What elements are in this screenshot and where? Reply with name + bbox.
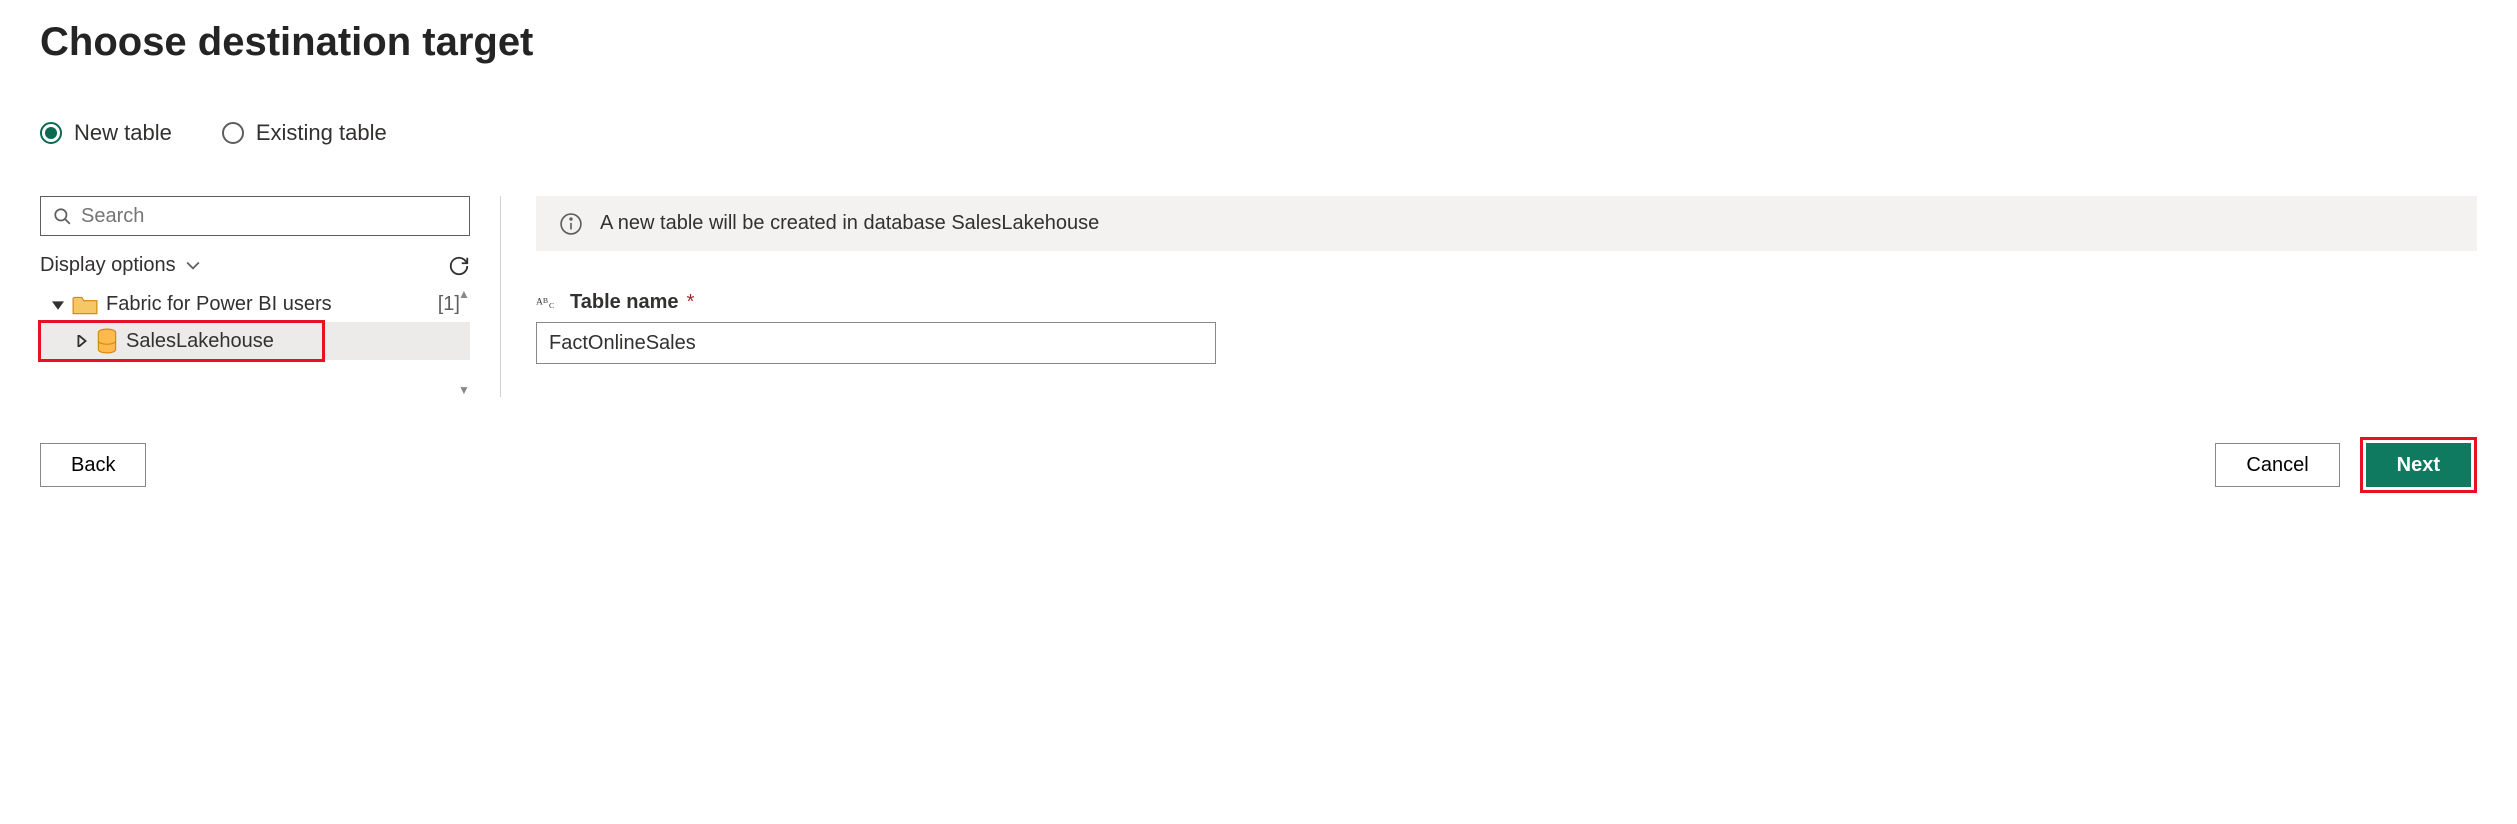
required-indicator: * xyxy=(687,291,695,314)
page-title: Choose destination target xyxy=(40,20,2477,65)
table-name-label: Table name xyxy=(570,291,679,314)
info-message: A new table will be created in database … xyxy=(600,212,1099,235)
refresh-icon[interactable] xyxy=(448,255,470,277)
text-type-icon: A B C xyxy=(536,293,562,313)
annotation-highlight: Next xyxy=(2360,437,2477,493)
tree-scrollbar[interactable]: ▲ ▼ xyxy=(458,287,470,397)
tree-node-label: Fabric for Power BI users xyxy=(106,293,430,316)
info-icon xyxy=(560,213,582,235)
folder-icon xyxy=(72,294,98,316)
destination-tree: Fabric for Power BI users [1] SalesLakeh… xyxy=(40,287,470,360)
svg-text:B: B xyxy=(543,296,548,305)
tree-node-label: SalesLakehouse xyxy=(126,330,466,353)
database-icon xyxy=(96,328,118,354)
search-box[interactable] xyxy=(40,196,470,236)
scroll-down-icon: ▼ xyxy=(458,383,470,397)
radio-label: Existing table xyxy=(256,120,387,146)
table-name-input[interactable] xyxy=(536,322,1216,364)
tree-node-lakehouse[interactable]: SalesLakehouse xyxy=(40,322,470,360)
chevron-down-icon xyxy=(186,260,200,272)
search-input[interactable] xyxy=(81,205,457,228)
scroll-up-icon: ▲ xyxy=(458,287,470,301)
svg-text:C: C xyxy=(549,301,554,310)
display-options-dropdown[interactable]: Display options xyxy=(40,254,200,277)
radio-new-table[interactable]: New table xyxy=(40,120,172,146)
info-banner: A new table will be created in database … xyxy=(536,196,2477,251)
cancel-button[interactable]: Cancel xyxy=(2215,443,2339,487)
radio-selected-icon xyxy=(40,122,62,144)
back-button[interactable]: Back xyxy=(40,443,146,487)
table-name-label-row: A B C Table name * xyxy=(536,291,2477,314)
radio-label: New table xyxy=(74,120,172,146)
svg-text:A: A xyxy=(536,297,543,307)
footer: Back Cancel Next xyxy=(40,437,2477,493)
right-panel: A new table will be created in database … xyxy=(500,196,2477,397)
search-icon xyxy=(53,207,71,225)
radio-existing-table[interactable]: Existing table xyxy=(222,120,387,146)
collapse-icon xyxy=(52,299,64,311)
table-type-radio-group: New table Existing table xyxy=(40,120,2477,146)
radio-unselected-icon xyxy=(222,122,244,144)
display-options-label: Display options xyxy=(40,254,176,277)
tree-node-workspace[interactable]: Fabric for Power BI users [1] xyxy=(40,287,470,322)
next-button[interactable]: Next xyxy=(2366,443,2471,487)
expand-icon xyxy=(76,335,88,347)
tree-node-count: [1] xyxy=(438,293,460,316)
left-panel: Display options xyxy=(40,196,500,397)
